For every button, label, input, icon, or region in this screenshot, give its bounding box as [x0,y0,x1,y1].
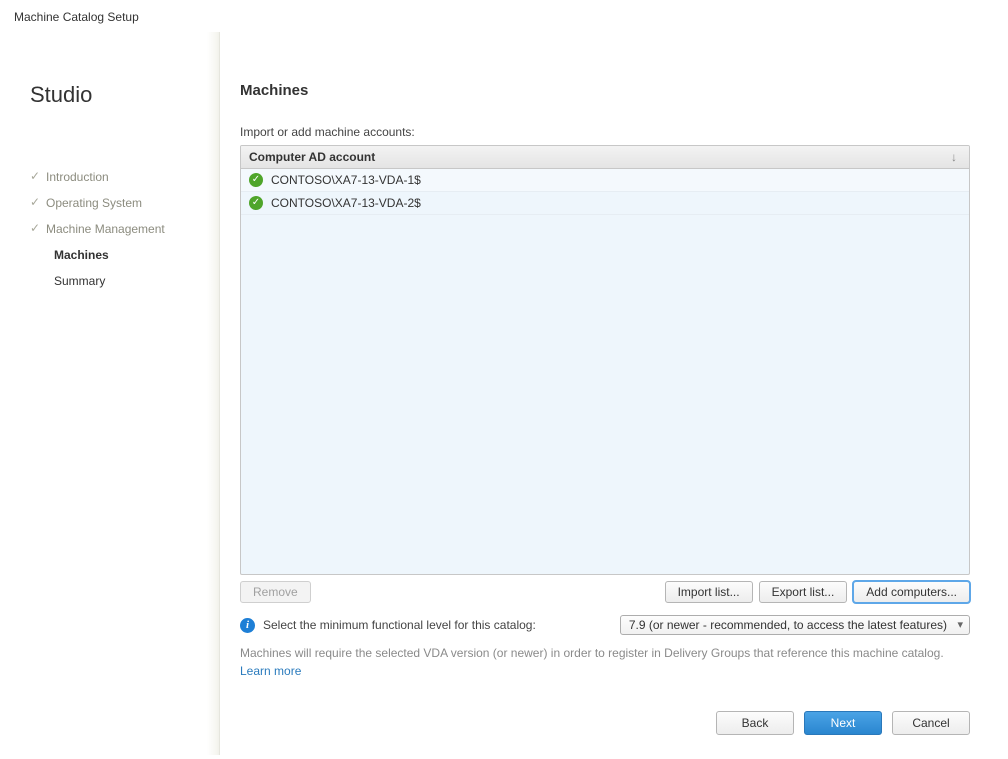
step-machine-management[interactable]: Machine Management [30,216,210,242]
sidebar-title: Studio [30,82,210,108]
content-area: Machines Import or add machine accounts:… [220,32,1008,755]
back-button[interactable]: Back [716,711,794,735]
learn-more-link[interactable]: Learn more [240,664,970,678]
remove-button[interactable]: Remove [240,581,311,603]
step-introduction[interactable]: Introduction [30,164,210,190]
accounts-body: ✓ CONTOSO\XA7-13-VDA-1$ ✓ CONTOSO\XA7-13… [241,169,969,574]
wizard-footer: Back Next Cancel [240,687,970,735]
next-button[interactable]: Next [804,711,882,735]
step-machines[interactable]: Machines [30,242,210,268]
vda-hint: Machines will require the selected VDA v… [240,645,970,662]
column-header-label: Computer AD account [249,150,375,164]
cancel-button[interactable]: Cancel [892,711,970,735]
account-name: CONTOSO\XA7-13-VDA-2$ [271,196,421,210]
status-ok-icon: ✓ [249,196,263,210]
account-row[interactable]: ✓ CONTOSO\XA7-13-VDA-2$ [241,192,969,215]
functional-level-row: i Select the minimum functional level fo… [240,615,970,635]
accounts-list: Computer AD account ↓ ✓ CONTOSO\XA7-13-V… [240,145,970,575]
account-name: CONTOSO\XA7-13-VDA-1$ [271,173,421,187]
page-heading: Machines [240,82,970,99]
accounts-header[interactable]: Computer AD account ↓ [241,146,969,169]
account-row[interactable]: ✓ CONTOSO\XA7-13-VDA-1$ [241,169,969,192]
status-ok-icon: ✓ [249,173,263,187]
subheading: Import or add machine accounts: [240,125,970,139]
add-computers-button[interactable]: Add computers... [853,581,970,603]
import-list-button[interactable]: Import list... [665,581,753,603]
step-operating-system[interactable]: Operating System [30,190,210,216]
wizard-sidebar: Studio Introduction Operating System Mac… [0,32,220,755]
export-list-button[interactable]: Export list... [759,581,848,603]
info-icon: i [240,618,255,633]
step-summary[interactable]: Summary [30,268,210,294]
wizard-steps: Introduction Operating System Machine Ma… [30,164,210,294]
functional-level-select[interactable]: 7.9 (or newer - recommended, to access t… [620,615,970,635]
sort-arrow-icon[interactable]: ↓ [947,150,961,164]
functional-level-label: Select the minimum functional level for … [263,618,536,632]
window-title: Machine Catalog Setup [0,0,1008,32]
